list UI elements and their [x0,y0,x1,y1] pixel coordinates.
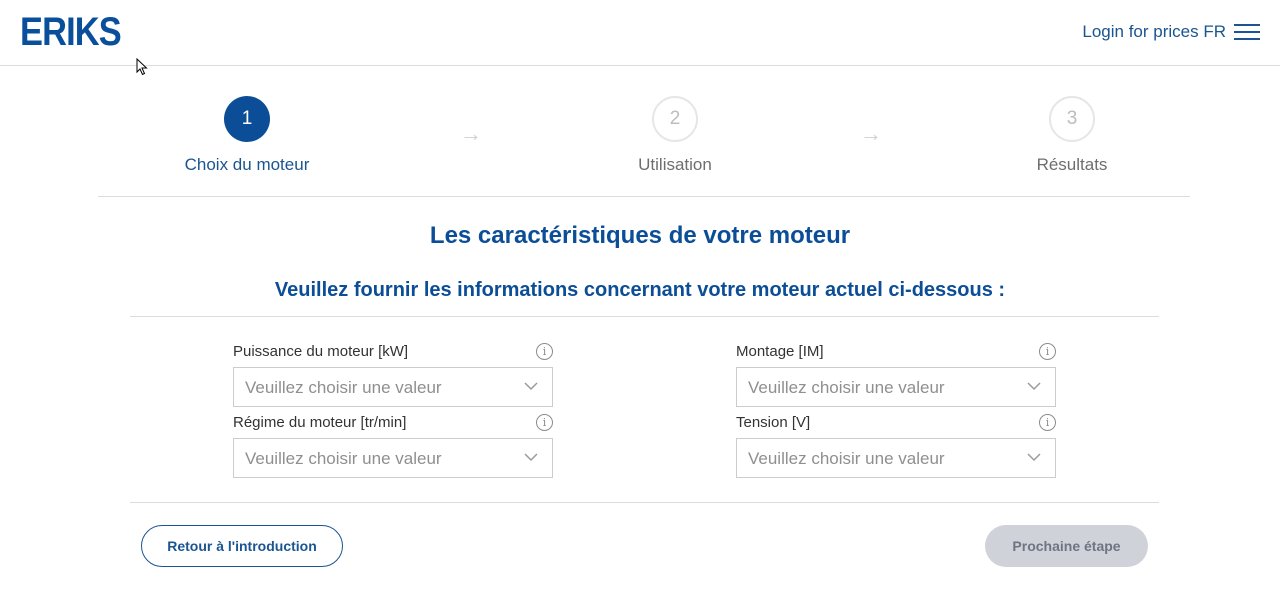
login-for-prices-link[interactable]: Login for prices FR [1082,22,1226,42]
arrow-right-icon: → [860,121,882,146]
top-header: ERIKS Login for prices FR [0,0,1280,66]
chevron-down-icon [1027,453,1041,462]
select-placeholder: Veuillez choisir une valeur [245,378,442,397]
tension-select[interactable]: Veuillez choisir une valeur [736,438,1056,478]
next-step-button[interactable]: Prochaine étape [985,525,1148,567]
chevron-down-icon [524,382,538,391]
field-label: Régime du moteur [tr/min] [233,414,407,431]
progress-stepper: 1 Choix du moteur → 2 Utilisation → 3 Ré… [98,96,1190,197]
mouse-cursor-icon [136,58,148,76]
hamburger-menu-icon[interactable] [1234,24,1260,40]
montage-select[interactable]: Veuillez choisir une valeur [736,367,1056,407]
field-montage: Montage [IM] i Veuillez choisir une vale… [736,342,1056,407]
page-title: Les caractéristiques de votre moteur [429,222,851,249]
chevron-down-icon [524,453,538,462]
step-3: 3 Résultats [972,96,1172,175]
step-1-number: 1 [224,96,270,142]
info-icon[interactable]: i [1039,343,1056,360]
select-placeholder: Veuillez choisir une valeur [748,378,945,397]
chevron-down-icon [1027,382,1041,391]
select-placeholder: Veuillez choisir une valeur [748,449,945,468]
page-subtitle: Veuillez fournir les informations concer… [274,279,1006,301]
step-2: 2 Utilisation [575,96,775,175]
step-2-number: 2 [652,96,698,142]
field-label: Puissance du moteur [kW] [233,343,409,360]
field-label: Montage [IM] [736,343,824,360]
divider [130,316,1159,317]
select-placeholder: Veuillez choisir une valeur [245,449,442,468]
field-label: Tension [V] [736,414,811,431]
info-icon[interactable]: i [1039,414,1056,431]
regime-select[interactable]: Veuillez choisir une valeur [233,438,553,478]
step-1[interactable]: 1 Choix du moteur [147,96,347,175]
eriks-logo[interactable]: ERIKS [20,12,122,52]
field-tension: Tension [V] i Veuillez choisir une valeu… [736,413,1056,478]
step-3-number: 3 [1049,96,1095,142]
field-puissance: Puissance du moteur [kW] i Veuillez choi… [233,342,553,407]
arrow-right-icon: → [460,121,482,146]
step-3-label: Résultats [1036,155,1108,174]
field-regime: Régime du moteur [tr/min] i Veuillez cho… [233,413,553,478]
back-to-intro-button[interactable]: Retour à l'introduction [141,525,343,567]
step-2-label: Utilisation [638,155,712,174]
info-icon[interactable]: i [536,343,553,360]
info-icon[interactable]: i [536,414,553,431]
divider [130,502,1159,503]
step-1-label: Choix du moteur [184,155,310,174]
puissance-select[interactable]: Veuillez choisir une valeur [233,367,553,407]
